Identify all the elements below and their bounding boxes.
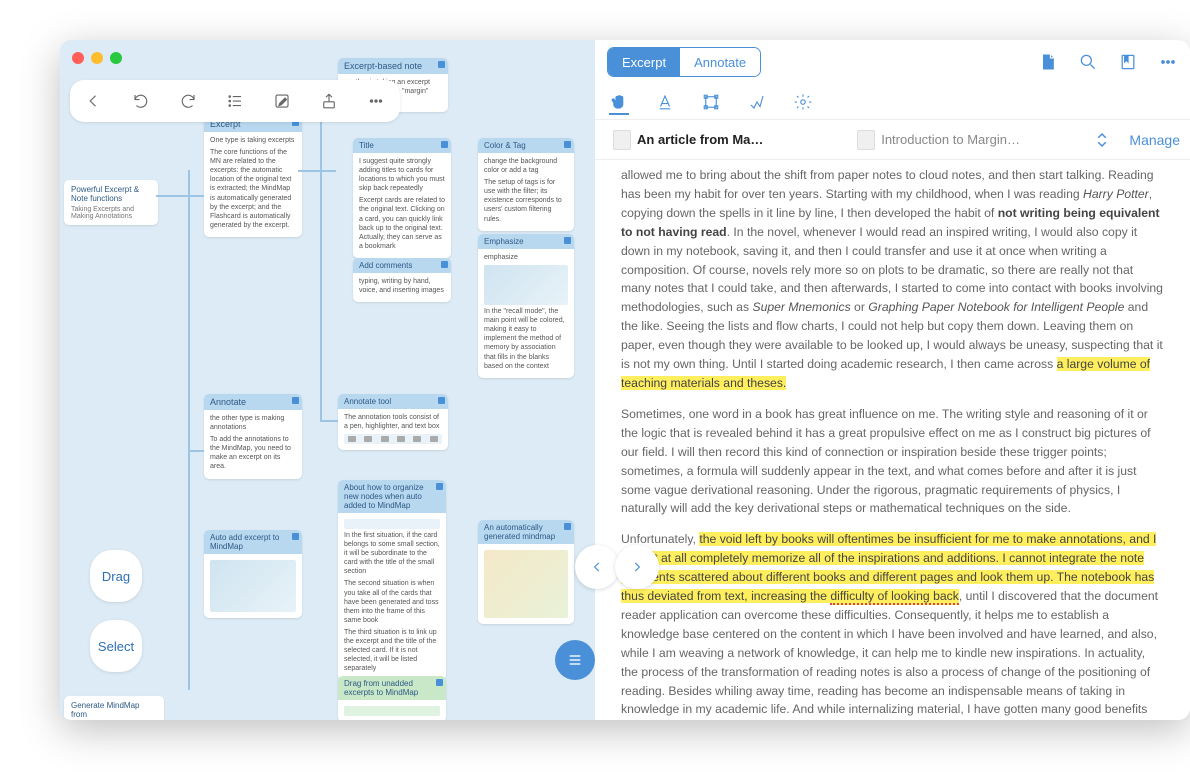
card-header: Annotate [204, 394, 302, 410]
doc-top-bar: Excerpt Annotate [595, 40, 1190, 84]
drag-mode-button[interactable]: Drag [90, 550, 142, 602]
doc-paragraph: Sometimes, one word in a book has great … [621, 405, 1164, 518]
mode-segment: Excerpt Annotate [607, 47, 761, 77]
card-header: Emphasize [478, 234, 574, 249]
lasso-tool-icon[interactable] [747, 92, 767, 112]
card-generate-mindmap[interactable]: Generate MindMap from [64, 696, 164, 720]
card-color-tag[interactable]: Color & Tag change the background color … [478, 138, 574, 231]
redo-icon[interactable] [178, 91, 198, 111]
text-tool-icon[interactable] [655, 92, 675, 112]
card-annotate[interactable]: Annotate the other type is making annota… [204, 394, 302, 479]
card-root[interactable]: Powerful Excerpt & Note functions Taking… [64, 180, 158, 225]
undo-icon[interactable] [131, 91, 151, 111]
document-tabs: An article from Ma… Introduction to Marg… [595, 120, 1190, 160]
doc-icon [857, 130, 875, 150]
card-header: An automatically generated mindmap [478, 520, 574, 544]
card-title: Powerful Excerpt & Note functions [71, 185, 151, 203]
document-pane: Excerpt Annotate An article from Ma… [595, 40, 1190, 720]
card-header: Auto add excerpt to MindMap [204, 530, 302, 554]
card-auto-add[interactable]: Auto add excerpt to MindMap [204, 530, 302, 618]
maximize-icon[interactable] [110, 52, 122, 64]
thumbnail [210, 560, 296, 612]
card-emphasize[interactable]: Emphasize emphasizeIn the "recall mode",… [478, 234, 574, 378]
pan-left-button[interactable] [575, 545, 619, 589]
excerpt-tools [595, 84, 1190, 120]
doc-paragraph: allowed me to bring about the shift from… [621, 166, 1164, 393]
select-mode-button[interactable]: Select [90, 620, 142, 672]
bookmark-icon[interactable] [1118, 52, 1138, 72]
card-title: Generate MindMap from [71, 701, 157, 719]
tool-icons [344, 434, 442, 444]
card-about-organize[interactable]: About how to organize new nodes when aut… [338, 480, 446, 680]
highlight-emphasized: difficulty of looking back [830, 589, 959, 605]
card-title-card[interactable]: Title I suggest quite strongly adding ti… [353, 138, 451, 258]
card-drag-unadded[interactable]: Drag from unadded excerpts to MindMap [338, 676, 446, 720]
share-icon[interactable] [319, 91, 339, 111]
floating-menu-button[interactable] [555, 640, 595, 680]
close-icon[interactable] [72, 52, 84, 64]
card-header: Title [353, 138, 451, 153]
tab-annotate[interactable]: Annotate [680, 48, 760, 76]
card-header: Color & Tag [478, 138, 574, 153]
card-auto-mindmap[interactable]: An automatically generated mindmap [478, 520, 574, 624]
card-add-comments[interactable]: Add comments typing, writing by hand, vo… [353, 258, 451, 302]
minimize-icon[interactable] [91, 52, 103, 64]
settings-tool-icon[interactable] [793, 92, 813, 112]
window-controls [72, 52, 122, 64]
rect-tool-icon[interactable] [701, 92, 721, 112]
mindmap-pane[interactable]: Drag Select Powerful Excerpt & Note func… [60, 40, 595, 720]
outline-icon[interactable] [225, 91, 245, 111]
card-header: About how to organize new nodes when aut… [338, 480, 446, 513]
tab-sort-icon[interactable] [1093, 131, 1111, 149]
card-header: Annotate tool [338, 394, 448, 409]
more-icon[interactable] [1158, 52, 1178, 72]
card-sub: Taking Excerpts and Making Annotations [71, 206, 151, 220]
back-icon[interactable] [84, 91, 104, 111]
thumbnail [344, 706, 440, 716]
document-body[interactable]: allowed me to bring about the shift from… [595, 160, 1190, 720]
thumbnail [484, 265, 568, 305]
mindmap-toolbar [70, 80, 400, 122]
doc-icon [613, 130, 631, 150]
app-window: Drag Select Powerful Excerpt & Note func… [60, 40, 1190, 720]
edit-icon[interactable] [272, 91, 292, 111]
doc-tab-inactive[interactable]: Introduction to Margin… [849, 126, 1085, 154]
tab-excerpt[interactable]: Excerpt [608, 48, 680, 76]
card-header: Excerpt-based note [338, 58, 448, 74]
document-icon[interactable] [1038, 52, 1058, 72]
card-excerpt[interactable]: Excerpt One type is taking excerptsThe c… [204, 116, 302, 237]
manage-button[interactable]: Manage [1129, 132, 1180, 148]
thumbnail [344, 519, 440, 529]
doc-tab-active[interactable]: An article from Ma… [605, 126, 841, 154]
doc-paragraph: Unfortunately, the void left by books wi… [621, 530, 1164, 720]
thumbnail [484, 550, 568, 618]
card-header: Add comments [353, 258, 451, 273]
hand-tool-icon[interactable] [609, 95, 629, 115]
card-header: Drag from unadded excerpts to MindMap [338, 676, 446, 700]
pan-right-button[interactable] [615, 545, 659, 589]
more-icon[interactable] [366, 91, 386, 111]
search-icon[interactable] [1078, 52, 1098, 72]
doc-top-icons [1038, 52, 1178, 72]
card-annotate-tool[interactable]: Annotate tool The annotation tools consi… [338, 394, 448, 450]
